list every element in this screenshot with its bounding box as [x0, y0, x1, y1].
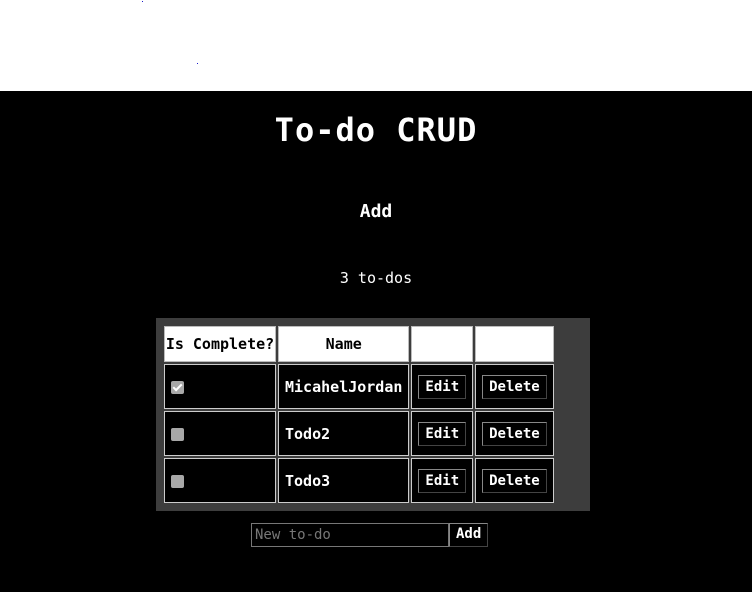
complete-checkbox[interactable] — [171, 380, 184, 394]
new-todo-input[interactable] — [251, 523, 449, 547]
complete-cell — [164, 364, 276, 409]
complete-checkbox[interactable] — [171, 474, 184, 488]
edit-cell: Edit — [411, 458, 474, 503]
todo-name: Todo2 — [278, 411, 410, 456]
edit-cell: Edit — [411, 364, 474, 409]
todo-name: MicahelJordan — [278, 364, 410, 409]
header-edit — [411, 326, 474, 362]
delete-button[interactable]: Delete — [482, 421, 547, 446]
add-todo-button[interactable]: Add — [449, 523, 489, 547]
artifact-dot — [197, 63, 198, 64]
edit-cell: Edit — [411, 411, 474, 456]
delete-button[interactable]: Delete — [482, 468, 547, 493]
table-header-row: Is Complete? Name — [164, 326, 554, 362]
edit-button[interactable]: Edit — [418, 421, 467, 446]
edit-button[interactable]: Edit — [418, 468, 467, 493]
artifact-dot — [142, 1, 143, 2]
header-name: Name — [278, 326, 410, 362]
delete-cell: Delete — [475, 458, 554, 503]
add-heading: Add — [359, 201, 393, 222]
table-row: Todo3 Edit Delete — [164, 458, 554, 503]
table-row: Todo2 Edit Delete — [164, 411, 554, 456]
todo-table-frame: Is Complete? Name MicahelJordan Edit Del… — [156, 318, 590, 511]
delete-cell: Delete — [475, 364, 554, 409]
delete-button[interactable]: Delete — [482, 374, 547, 399]
page-title: To-do CRUD — [274, 111, 478, 149]
header-delete — [475, 326, 554, 362]
complete-checkbox[interactable] — [171, 427, 184, 441]
todo-app: To-do CRUD Add 3 to-dos Is Complete? Nam… — [0, 91, 752, 592]
todo-name: Todo3 — [278, 458, 410, 503]
complete-cell — [164, 458, 276, 503]
todo-table: Is Complete? Name MicahelJordan Edit Del… — [162, 324, 556, 505]
complete-cell — [164, 411, 276, 456]
header-is-complete: Is Complete? — [164, 326, 276, 362]
todo-count: 3 to-dos — [339, 269, 413, 287]
delete-cell: Delete — [475, 411, 554, 456]
top-blank-area — [0, 0, 752, 91]
edit-button[interactable]: Edit — [418, 374, 467, 399]
table-row: MicahelJordan Edit Delete — [164, 364, 554, 409]
